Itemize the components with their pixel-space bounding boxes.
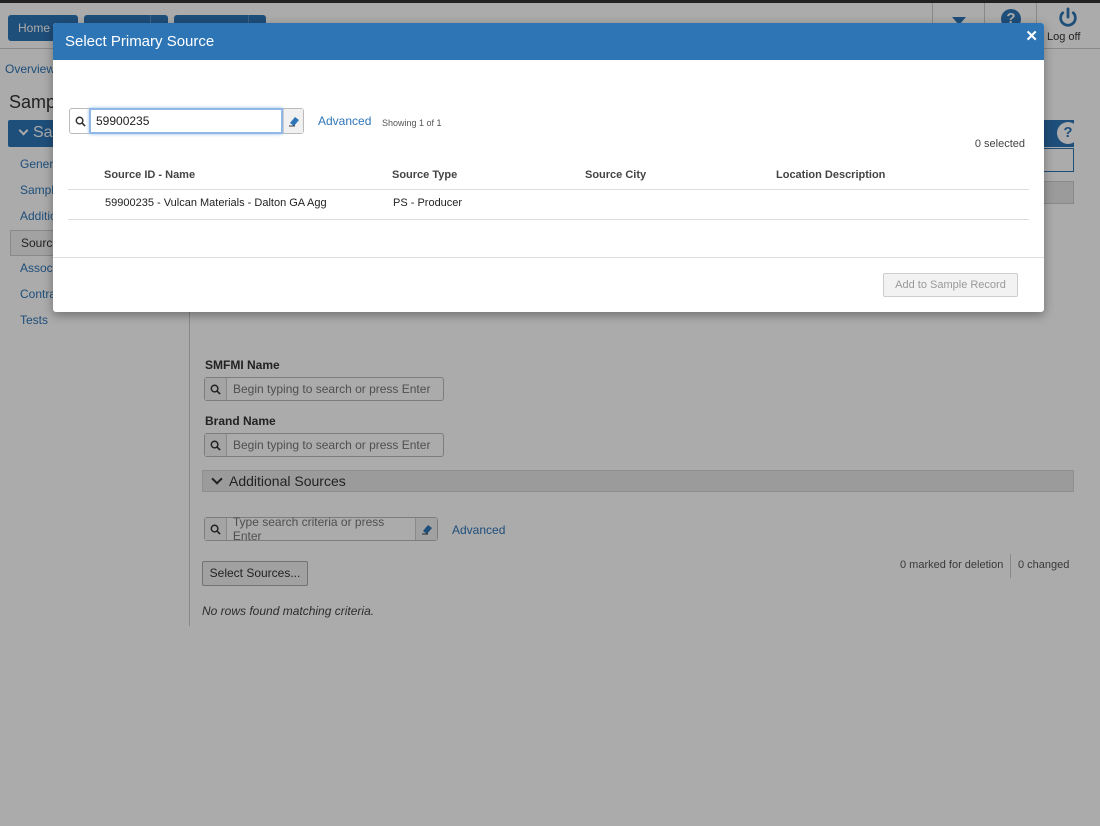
dialog-header: Select Primary Source ✕ [53,23,1044,60]
column-header-source-id-name[interactable]: Source ID - Name [104,169,195,181]
source-results-table: Source ID - Name Source Type Source City… [68,163,1029,220]
cell-source-id-name: 59900235 - Vulcan Materials - Dalton GA … [105,197,327,209]
eraser-icon[interactable] [283,109,303,133]
selected-count: 0 selected [974,138,1025,150]
dialog-title: Select Primary Source [65,33,215,50]
close-icon[interactable]: ✕ [1025,27,1038,45]
column-header-source-type[interactable]: Source Type [392,169,457,181]
source-search-box: 59900235 [69,108,304,134]
column-header-location-description[interactable]: Location Description [776,169,885,181]
cell-source-type: PS - Producer [393,197,463,209]
source-search-input[interactable]: 59900235 [89,108,283,134]
search-icon [70,109,90,133]
column-header-source-city[interactable]: Source City [585,169,646,181]
advanced-search-link[interactable]: Advanced [318,114,371,128]
dialog-footer: Add to Sample Record [53,257,1044,312]
results-count: Showing 1 of 1 [382,118,442,128]
table-header: Source ID - Name Source Type Source City… [68,163,1029,190]
add-to-sample-record-button[interactable]: Add to Sample Record [883,273,1018,297]
table-row[interactable]: 59900235 - Vulcan Materials - Dalton GA … [68,190,1029,220]
select-primary-source-dialog: Select Primary Source ✕ 59900235 Advance… [53,23,1044,312]
